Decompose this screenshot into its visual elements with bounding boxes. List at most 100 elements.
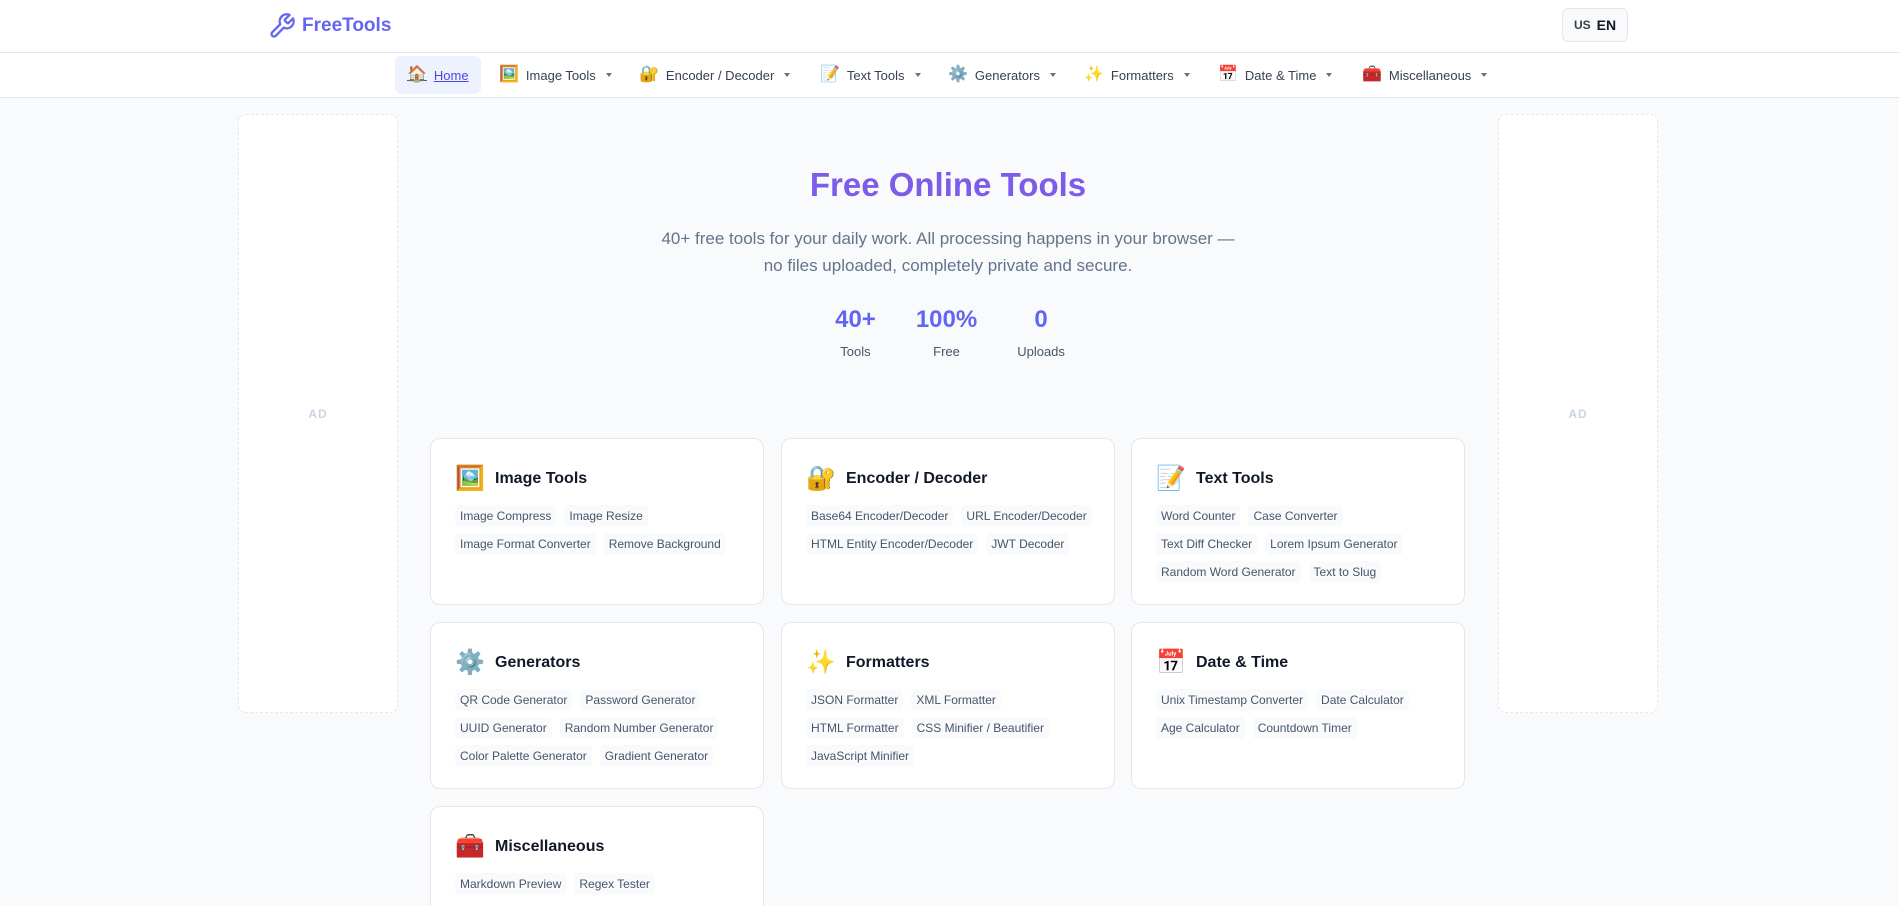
toolbox-icon: 🧰	[1362, 66, 1382, 83]
nav-item-date-time[interactable]: 📅 Date & Time	[1206, 56, 1344, 94]
nav-item-encoder-decoder[interactable]: 🔐 Encoder / Decoder	[627, 56, 802, 94]
stat-label: Uploads	[1017, 344, 1065, 359]
chevron-down-icon	[1481, 73, 1488, 77]
tool-link-text-to-slug[interactable]: Text to Slug	[1308, 561, 1382, 583]
stats-row: 40+ Tools 100% Free 0 Uploads	[800, 306, 1100, 359]
memo-icon: 📝	[1156, 465, 1186, 492]
stat-value: 0	[1034, 306, 1048, 333]
tool-link-date-calculator[interactable]: Date Calculator	[1316, 689, 1409, 711]
category-title[interactable]: Date & Time	[1196, 654, 1288, 672]
category-card-text-tools: 📝 Text Tools Word Counter Case Converter…	[1131, 438, 1465, 605]
memo-icon: 📝	[820, 66, 840, 83]
tool-link-json-formatter[interactable]: JSON Formatter	[806, 689, 904, 711]
site-logo[interactable]: FreeTools	[268, 12, 391, 40]
nav-label: Text Tools	[846, 67, 905, 83]
language-switcher[interactable]: US EN	[1562, 8, 1628, 42]
tool-link-css-minifier[interactable]: CSS Minifier / Beautifier	[911, 717, 1049, 739]
tool-link-password[interactable]: Password Generator	[580, 689, 701, 711]
ad-slot-right: AD	[1498, 114, 1658, 713]
tool-link-url-encoder[interactable]: URL Encoder/Decoder	[961, 505, 1092, 527]
stat-label: Free	[933, 344, 960, 359]
tool-link-xml-formatter[interactable]: XML Formatter	[911, 689, 1001, 711]
tool-link-gradient[interactable]: Gradient Generator	[599, 745, 714, 767]
logo-text: FreeTools	[302, 15, 392, 36]
tool-link-unix-timestamp[interactable]: Unix Timestamp Converter	[1156, 689, 1309, 711]
stat-label: Tools	[840, 344, 871, 359]
calendar-icon: 📅	[1156, 649, 1186, 676]
tool-link-image-resize[interactable]: Image Resize	[564, 505, 648, 527]
category-card-date-time: 📅 Date & Time Unix Timestamp Converter D…	[1131, 622, 1465, 789]
tool-link-text-diff[interactable]: Text Diff Checker	[1156, 533, 1258, 555]
stat-value: 40+	[835, 306, 876, 333]
tool-link-remove-background[interactable]: Remove Background	[603, 533, 726, 555]
tool-link-age-calculator[interactable]: Age Calculator	[1156, 717, 1245, 739]
category-title[interactable]: Encoder / Decoder	[846, 470, 987, 488]
stat-value: 100%	[915, 306, 978, 333]
page-subtitle: 40+ free tools for your daily work. All …	[661, 229, 1235, 275]
language-code: EN	[1596, 17, 1617, 33]
nav-item-home[interactable]: 🏠 Home	[395, 56, 481, 94]
main-nav: 🏠 Home 🖼️ Image Tools 🔐 Encoder / Decode…	[0, 53, 1899, 98]
category-card-image-tools: 🖼️ Image Tools Image Compress Image Resi…	[430, 438, 764, 605]
tool-link-image-compress[interactable]: Image Compress	[455, 505, 557, 527]
category-title[interactable]: Formatters	[846, 654, 930, 672]
framed-picture-icon: 🖼️	[499, 66, 519, 83]
lock-key-icon: 🔐	[639, 66, 659, 83]
tool-link-html-entity[interactable]: HTML Entity Encoder/Decoder	[806, 533, 979, 555]
nav-item-miscellaneous[interactable]: 🧰 Miscellaneous	[1350, 56, 1499, 94]
nav-label: Encoder / Decoder	[665, 67, 775, 83]
nav-label: Home	[433, 67, 469, 83]
tool-link-jwt-decoder[interactable]: JWT Decoder	[986, 533, 1070, 555]
nav-label: Date & Time	[1244, 67, 1317, 83]
tool-link-uuid[interactable]: UUID Generator	[455, 717, 552, 739]
tool-link-regex-tester[interactable]: Regex Tester	[574, 873, 655, 895]
tool-link-random-number[interactable]: Random Number Generator	[559, 717, 719, 739]
sparkles-icon: ✨	[1084, 66, 1104, 83]
tool-link-word-counter[interactable]: Word Counter	[1156, 505, 1241, 527]
gear-icon: ⚙️	[455, 649, 485, 676]
sparkles-icon: ✨	[806, 649, 836, 676]
category-title[interactable]: Image Tools	[495, 470, 587, 488]
framed-picture-icon: 🖼️	[455, 465, 485, 492]
top-header: FreeTools US EN	[0, 0, 1899, 53]
ad-label: AD	[1568, 406, 1588, 421]
tool-link-markdown-preview[interactable]: Markdown Preview	[455, 873, 567, 895]
tool-link-lorem-ipsum[interactable]: Lorem Ipsum Generator	[1265, 533, 1403, 555]
nav-item-formatters[interactable]: ✨ Formatters	[1072, 56, 1202, 94]
house-icon: 🏠	[407, 66, 427, 83]
tool-link-base64[interactable]: Base64 Encoder/Decoder	[806, 505, 954, 527]
nav-item-text-tools[interactable]: 📝 Text Tools	[808, 56, 933, 94]
tool-link-random-word[interactable]: Random Word Generator	[1156, 561, 1301, 583]
tool-link-html-formatter[interactable]: HTML Formatter	[806, 717, 904, 739]
lock-key-icon: 🔐	[806, 465, 836, 492]
category-title[interactable]: Generators	[495, 654, 580, 672]
tool-link-countdown-timer[interactable]: Countdown Timer	[1252, 717, 1357, 739]
chevron-down-icon	[605, 73, 612, 77]
tool-link-js-minifier[interactable]: JavaScript Minifier	[806, 745, 915, 767]
category-card-generators: ⚙️ Generators QR Code Generator Password…	[430, 622, 764, 789]
tool-link-case-converter[interactable]: Case Converter	[1248, 505, 1343, 527]
tool-link-qr-code[interactable]: QR Code Generator	[455, 689, 573, 711]
gear-icon: ⚙️	[948, 66, 968, 83]
nav-item-generators[interactable]: ⚙️ Generators	[936, 56, 1068, 94]
tool-link-image-format-converter[interactable]: Image Format Converter	[455, 533, 596, 555]
nav-item-image-tools[interactable]: 🖼️ Image Tools	[487, 56, 624, 94]
category-title[interactable]: Miscellaneous	[495, 838, 604, 856]
category-title[interactable]: Text Tools	[1196, 470, 1274, 488]
category-card-encoder-decoder: 🔐 Encoder / Decoder Base64 Encoder/Decod…	[781, 438, 1115, 605]
tool-link-color-palette[interactable]: Color Palette Generator	[455, 745, 592, 767]
toolbox-icon: 🧰	[455, 833, 485, 860]
ad-slot-left: AD	[238, 114, 398, 713]
chevron-down-icon	[1326, 73, 1333, 77]
ad-label: AD	[308, 406, 328, 421]
category-card-formatters: ✨ Formatters JSON Formatter XML Formatte…	[781, 622, 1115, 789]
stat-tools: 40+ Tools	[835, 306, 876, 359]
us-flag-icon: US	[1573, 18, 1591, 32]
calendar-icon: 📅	[1218, 66, 1238, 83]
stat-uploads: 0 Uploads	[1017, 306, 1065, 359]
category-card-miscellaneous: 🧰 Miscellaneous Markdown Preview Regex T…	[430, 806, 764, 906]
nav-label: Generators	[974, 67, 1040, 83]
chevron-down-icon	[914, 73, 921, 77]
nav-label: Image Tools	[525, 67, 596, 83]
nav-label: Miscellaneous	[1388, 67, 1472, 83]
